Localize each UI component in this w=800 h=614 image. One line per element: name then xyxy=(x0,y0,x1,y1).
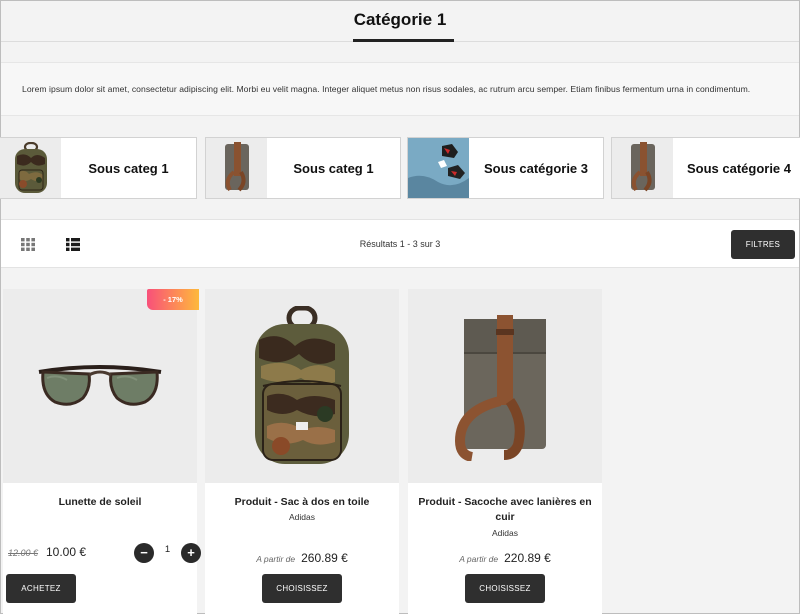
description-text: Lorem ipsum dolor sit amet, consectetur … xyxy=(22,84,751,94)
camo-backpack-thumbnail-icon xyxy=(0,138,61,198)
sneakers-thumbnail-icon xyxy=(408,138,469,198)
product-price-line: A partir de 260.89 € xyxy=(205,551,399,565)
product-price-line: A partir de 220.89 € xyxy=(408,551,602,565)
subcategory-card-1[interactable]: Sous categ 1 xyxy=(0,137,197,199)
quantity-input[interactable] xyxy=(154,544,181,555)
sling-bag-thumbnail-icon xyxy=(612,138,673,198)
from-label: A partir de xyxy=(256,554,296,564)
from-label: A partir de xyxy=(459,554,499,564)
subcategory-card-2[interactable]: Sous categ 1 xyxy=(205,137,401,199)
product-price: 260.89 € xyxy=(301,551,348,565)
title-underline xyxy=(353,39,454,42)
results-count: Résultats 1 - 3 sur 3 xyxy=(359,239,441,249)
page-header: Catégorie 1 xyxy=(1,1,799,42)
product-brand: Adidas xyxy=(289,512,315,522)
subcategory-card-3[interactable]: Sous catégorie 3 xyxy=(407,137,604,199)
product-card[interactable]: - 17% Lunette de soleil 12.00 € 10.00 € … xyxy=(3,289,201,614)
discount-badge: - 17% xyxy=(147,289,199,310)
subcategory-label: Sous categ 1 xyxy=(88,160,169,176)
page-title: Catégorie 1 xyxy=(353,10,447,29)
subcategory-card-4[interactable]: Sous catégorie 4 xyxy=(611,137,800,199)
buy-button[interactable]: ACHETEZ xyxy=(6,574,76,603)
filters-button[interactable]: FILTRES xyxy=(731,230,795,259)
product-name[interactable]: Produit - Sacoche avec lanières en cuir xyxy=(414,495,596,525)
product-name[interactable]: Lunette de soleil xyxy=(9,495,191,510)
product-name[interactable]: Produit - Sac à dos en toile xyxy=(211,495,393,510)
sunglasses-image-icon[interactable] xyxy=(3,289,197,483)
plus-icon[interactable]: + xyxy=(181,543,201,563)
minus-icon[interactable]: − xyxy=(134,543,154,563)
product-card[interactable]: Produit - Sacoche avec lanières en cuir … xyxy=(408,289,602,614)
category-description: Lorem ipsum dolor sit amet, consectetur … xyxy=(1,62,799,116)
choose-button[interactable]: CHOISISSEZ xyxy=(465,574,545,603)
subcategory-label: Sous catégorie 4 xyxy=(686,160,792,176)
sling-bag-thumbnail-icon xyxy=(206,138,267,198)
choose-button[interactable]: CHOISISSEZ xyxy=(262,574,342,603)
sling-bag-image-icon[interactable] xyxy=(408,289,602,483)
old-price: 12.00 € xyxy=(8,548,39,558)
product-card[interactable]: Produit - Sac à dos en toile Adidas A pa… xyxy=(205,289,399,614)
subcategory-label: Sous catégorie 3 xyxy=(483,160,589,176)
listing-toolbar: Résultats 1 - 3 sur 3 FILTRES xyxy=(1,219,799,268)
product-price: 220.89 € xyxy=(504,551,551,565)
quantity-stepper: − + xyxy=(134,542,201,564)
camo-backpack-image-icon[interactable] xyxy=(205,289,399,483)
subcategory-label: Sous categ 1 xyxy=(293,160,374,176)
product-brand: Adidas xyxy=(492,528,518,538)
product-price: 10.00 € xyxy=(46,545,87,559)
